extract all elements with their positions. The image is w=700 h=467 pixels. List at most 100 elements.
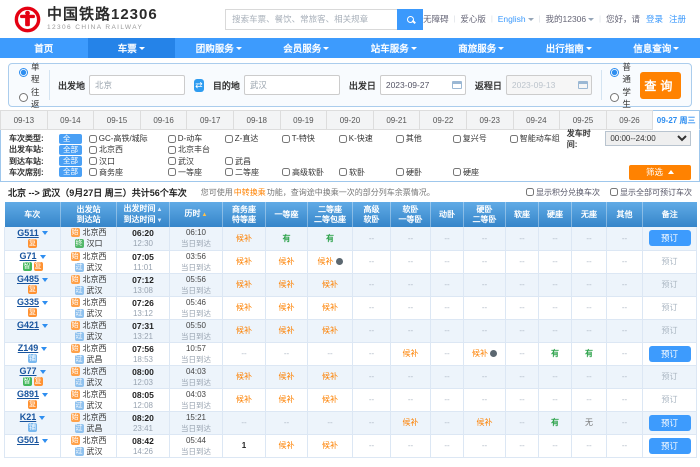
- filter-checkbox[interactable]: [510, 135, 518, 143]
- normal-passenger-radio[interactable]: [610, 68, 619, 77]
- round-trip-radio-option[interactable]: 往返: [19, 86, 40, 110]
- date-tab-9[interactable]: 09-21: [374, 110, 421, 130]
- expand-train-icon[interactable]: [42, 278, 48, 282]
- expand-train-icon[interactable]: [42, 324, 48, 328]
- filter-option[interactable]: 复兴号: [453, 133, 508, 144]
- date-tab-8[interactable]: 09-20: [327, 110, 374, 130]
- filter-option[interactable]: D-动车: [168, 133, 223, 144]
- filter-all-button[interactable]: 全部: [59, 156, 82, 166]
- col-header-4[interactable]: 历时▲: [170, 202, 223, 227]
- col-header-15[interactable]: 其他: [607, 202, 643, 227]
- expand-train-icon[interactable]: [42, 439, 48, 443]
- expand-train-icon[interactable]: [40, 370, 46, 374]
- filter-checkbox[interactable]: [396, 168, 404, 176]
- train-number-link[interactable]: G511: [17, 228, 39, 239]
- transfer-link[interactable]: 中转换乘: [234, 188, 266, 197]
- book-button[interactable]: 预订: [649, 346, 691, 362]
- col-header-5[interactable]: 商务座特等座: [223, 202, 266, 227]
- nav-item-2[interactable]: 车票: [88, 38, 176, 58]
- book-button[interactable]: 预订: [649, 415, 691, 431]
- topbar-link-4[interactable]: 我的12306: [545, 13, 594, 25]
- nav-item-6[interactable]: 商旅服务: [438, 38, 526, 58]
- one-way-radio[interactable]: [19, 68, 28, 77]
- nav-item-3[interactable]: 团购服务: [175, 38, 263, 58]
- summary-checkbox-2[interactable]: 显示全部可预订车次: [610, 187, 692, 198]
- filter-all-button[interactable]: 全部: [59, 145, 82, 155]
- col-header-1[interactable]: 车次: [5, 202, 61, 227]
- col-header-14[interactable]: 无座: [572, 202, 607, 227]
- train-number-link[interactable]: G421: [17, 320, 39, 331]
- nav-item-1[interactable]: 首页: [0, 38, 88, 58]
- filter-checkbox[interactable]: [396, 135, 404, 143]
- filter-checkbox[interactable]: [89, 146, 97, 154]
- filter-checkbox[interactable]: [339, 135, 347, 143]
- expand-train-icon[interactable]: [41, 347, 47, 351]
- col-header-16[interactable]: 备注: [643, 202, 697, 227]
- query-button[interactable]: 查询: [640, 72, 681, 99]
- train-number-link[interactable]: K21: [20, 412, 37, 423]
- date-tab-1[interactable]: 09-13: [0, 110, 48, 130]
- train-number-link[interactable]: G501: [17, 435, 39, 446]
- search-input[interactable]: [225, 9, 397, 30]
- col-header-3[interactable]: 出发时间▲到达时间▼: [117, 202, 170, 227]
- search-button[interactable]: [397, 9, 423, 30]
- expand-train-icon[interactable]: [39, 416, 45, 420]
- filter-checkbox[interactable]: [168, 168, 176, 176]
- col-header-10[interactable]: 动卧: [431, 202, 464, 227]
- filter-option[interactable]: K-快速: [339, 133, 394, 144]
- nav-item-7[interactable]: 出行指南: [525, 38, 613, 58]
- expand-train-icon[interactable]: [42, 231, 48, 235]
- col-header-6[interactable]: 一等座: [266, 202, 308, 227]
- date-tab-3[interactable]: 09-15: [94, 110, 141, 130]
- display-option-checkbox[interactable]: [610, 188, 618, 196]
- filter-option[interactable]: GC-高铁/城际: [89, 133, 166, 144]
- student-passenger-radio[interactable]: [610, 93, 619, 102]
- date-tab-10[interactable]: 09-22: [420, 110, 467, 130]
- filter-option[interactable]: 商务座: [89, 167, 166, 178]
- filter-checkbox[interactable]: [225, 135, 233, 143]
- expand-train-icon[interactable]: [42, 393, 48, 397]
- col-header-13[interactable]: 硬座: [539, 202, 572, 227]
- filter-option[interactable]: 软卧: [339, 167, 394, 178]
- filter-checkbox[interactable]: [168, 146, 176, 154]
- filter-option[interactable]: 一等座: [168, 167, 223, 178]
- filter-option[interactable]: 智能动车组: [510, 133, 565, 144]
- book-button[interactable]: 预订: [649, 230, 691, 246]
- date-tab-7[interactable]: 09-19: [281, 110, 328, 130]
- from-station-input[interactable]: [89, 75, 185, 95]
- one-way-radio-option[interactable]: 单程: [19, 61, 40, 85]
- date-tab-12[interactable]: 09-24: [514, 110, 561, 130]
- date-tab-6[interactable]: 09-18: [234, 110, 281, 130]
- filter-option[interactable]: 硬卧: [396, 167, 451, 178]
- topbar-link-2[interactable]: 爱心版: [460, 13, 486, 25]
- train-number-link[interactable]: Z149: [18, 343, 39, 354]
- filter-checkbox[interactable]: [282, 168, 290, 176]
- train-number-link[interactable]: G335: [17, 297, 39, 308]
- train-number-link[interactable]: G891: [17, 389, 39, 400]
- to-station-input[interactable]: [244, 75, 340, 95]
- filter-option[interactable]: T-特快: [282, 133, 337, 144]
- filter-option[interactable]: Z-直达: [225, 133, 280, 144]
- col-header-7[interactable]: 二等座二等包座: [308, 202, 353, 227]
- topbar-link-3[interactable]: English: [498, 14, 534, 24]
- date-tab-11[interactable]: 09-23: [467, 110, 514, 130]
- filter-option[interactable]: 二等座: [225, 167, 280, 178]
- filter-checkbox[interactable]: [453, 135, 461, 143]
- filter-submit-button[interactable]: 筛选: [629, 165, 691, 180]
- train-number-link[interactable]: G71: [19, 251, 36, 262]
- filter-checkbox[interactable]: [89, 168, 97, 176]
- filter-all-button[interactable]: 全部: [59, 167, 82, 177]
- round-trip-radio[interactable]: [19, 93, 28, 102]
- filter-option[interactable]: 汉口: [89, 156, 166, 167]
- swap-stations-icon[interactable]: ⇄: [194, 79, 204, 92]
- filter-checkbox[interactable]: [282, 135, 290, 143]
- student-radio-option[interactable]: 学生: [610, 86, 631, 110]
- col-header-2[interactable]: 出发站到达站: [61, 202, 117, 227]
- filter-checkbox[interactable]: [453, 168, 461, 176]
- expand-train-icon[interactable]: [40, 255, 46, 259]
- filter-option[interactable]: 北京西: [89, 144, 166, 155]
- nav-item-4[interactable]: 会员服务: [263, 38, 351, 58]
- col-header-12[interactable]: 软座: [506, 202, 539, 227]
- col-header-8[interactable]: 高级软卧: [353, 202, 391, 227]
- date-tab-5[interactable]: 09-17: [187, 110, 234, 130]
